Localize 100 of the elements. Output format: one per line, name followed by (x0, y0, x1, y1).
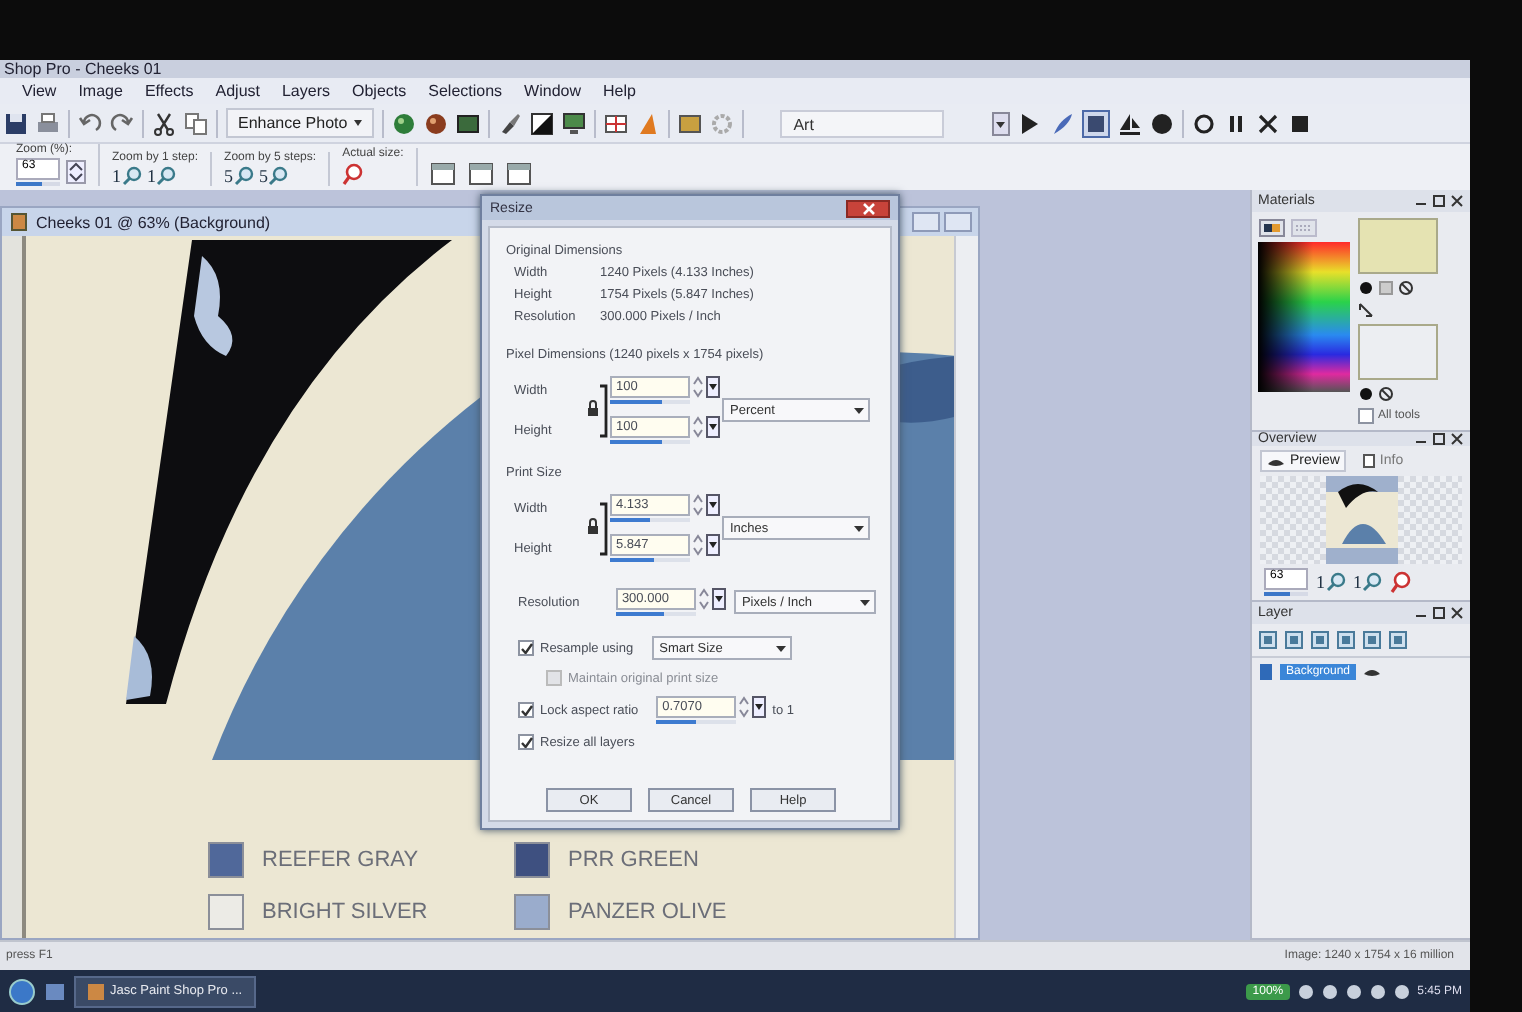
zoom-step-button[interactable]: 1 (112, 166, 141, 186)
redo-icon[interactable] (110, 111, 134, 135)
dropdown-icon[interactable] (706, 376, 720, 398)
close-icon[interactable] (1450, 432, 1464, 446)
document-icon (1361, 454, 1376, 468)
magnifier-icon (1362, 572, 1382, 592)
foreground-color-swatch[interactable] (1358, 218, 1438, 274)
thumbnail-drawing (1325, 476, 1397, 564)
layer-icon (1258, 662, 1274, 682)
brush-icon[interactable] (497, 111, 522, 135)
window-title: Shop Pro - Cheeks 01 (0, 60, 1470, 78)
grid-icon[interactable] (603, 111, 628, 135)
caret-icon (860, 599, 870, 605)
caret-icon (353, 120, 362, 126)
record-icon[interactable] (1149, 111, 1174, 135)
maximize-icon[interactable] (1432, 432, 1446, 446)
menu-item[interactable]: Help (601, 82, 638, 100)
sailboat-icon[interactable] (1117, 111, 1142, 135)
zoom-step-button[interactable]: 5 (224, 166, 254, 186)
caret-icon (775, 645, 786, 651)
enhance-photo-button[interactable]: Enhance Photo (226, 108, 374, 138)
art-field[interactable]: Art (779, 109, 944, 137)
magnifier-icon[interactable] (1390, 570, 1414, 594)
check-icon (519, 736, 533, 748)
close-icon[interactable] (1450, 194, 1464, 208)
circle-icon[interactable] (1191, 111, 1216, 135)
lock-bracket-icon[interactable] (586, 499, 608, 557)
app-icon (88, 983, 104, 999)
window-icon[interactable] (467, 162, 494, 186)
maximize-icon[interactable] (1432, 194, 1446, 208)
feather-icon[interactable] (1049, 111, 1074, 135)
stop-icon[interactable] (1287, 111, 1312, 135)
menu-item[interactable]: Selections (426, 82, 505, 100)
lock-bracket-icon[interactable] (586, 381, 608, 439)
swatch-label: PRR GREEN (568, 848, 699, 872)
copy-icon[interactable] (184, 111, 208, 135)
swatch-label: REEFER GRAY (262, 848, 419, 872)
magnifier-icon (233, 166, 254, 186)
window-icon[interactable] (505, 162, 532, 186)
save-icon[interactable] (1081, 109, 1110, 137)
zoom-step-button[interactable]: 1 (1353, 572, 1382, 592)
dropdown-icon[interactable] (706, 494, 720, 516)
close-icon (861, 201, 875, 215)
close-icon[interactable] (1255, 111, 1280, 135)
monitor-icon[interactable] (561, 111, 586, 135)
checkbox[interactable] (518, 734, 534, 750)
color-spectrum[interactable] (1258, 242, 1350, 392)
window-icon[interactable] (429, 162, 456, 186)
print-icon[interactable] (36, 111, 60, 135)
contrast-icon[interactable] (529, 111, 554, 135)
no-sign-icon[interactable] (1398, 280, 1414, 296)
picture-icon[interactable] (455, 111, 480, 135)
zoom-step-button[interactable]: 1 (147, 166, 176, 186)
start-orb-icon[interactable] (8, 977, 36, 1005)
sphere-icon[interactable] (423, 111, 448, 135)
menu-item[interactable]: View (20, 82, 59, 100)
undo-icon[interactable] (78, 111, 102, 135)
swatches-icon[interactable] (1290, 218, 1318, 238)
zoom-step-button[interactable]: 5 (259, 166, 289, 186)
zoom-step-button[interactable]: 1 (1316, 572, 1345, 592)
check-icon (519, 704, 533, 716)
circle-icon[interactable] (1358, 386, 1374, 402)
dropdown-icon[interactable] (991, 111, 1010, 135)
dropdown-icon[interactable] (752, 696, 767, 718)
maximize-icon[interactable] (1432, 606, 1446, 620)
spinner-icon[interactable] (66, 160, 86, 184)
menu-item[interactable]: Objects (350, 82, 409, 100)
palette-icon[interactable] (1258, 218, 1286, 238)
scissors-icon[interactable] (152, 111, 176, 135)
background-color-swatch[interactable] (1358, 324, 1438, 380)
menu-item[interactable]: Layers (279, 82, 332, 100)
close-button[interactable] (846, 199, 890, 217)
check-icon (519, 642, 533, 654)
menu-item[interactable]: Window (522, 82, 583, 100)
menu-item[interactable]: Effects (142, 82, 196, 100)
menu-item[interactable]: Adjust (213, 82, 262, 100)
eye-icon (1266, 455, 1286, 467)
dropdown-icon[interactable] (706, 416, 720, 438)
magnifier-icon (268, 166, 289, 186)
play-icon[interactable] (1017, 111, 1042, 135)
close-icon[interactable] (1450, 606, 1464, 620)
swatch-label: PANZER OLIVE (568, 900, 727, 924)
scrollbar[interactable] (954, 236, 978, 938)
circle-icon[interactable] (1358, 280, 1374, 296)
picture-icon[interactable] (677, 111, 702, 135)
no-sign-icon[interactable] (1378, 386, 1394, 402)
magnifier-icon (156, 166, 176, 186)
dropdown-icon[interactable] (711, 588, 726, 610)
checkbox[interactable] (518, 702, 534, 718)
eye-icon[interactable] (1362, 666, 1383, 678)
quick-launch-icon[interactable] (44, 979, 66, 1003)
dropdown-icon[interactable] (706, 534, 720, 556)
checkbox[interactable] (518, 640, 534, 656)
checkbox[interactable] (1358, 408, 1374, 424)
sphere-icon[interactable] (391, 111, 416, 135)
magnifier-icon (1325, 572, 1345, 592)
menu-item[interactable]: Image (76, 82, 125, 100)
save-icon[interactable] (4, 111, 28, 135)
swatch-label: BRIGHT SILVER (262, 900, 428, 924)
magnifier-icon[interactable] (342, 162, 367, 186)
